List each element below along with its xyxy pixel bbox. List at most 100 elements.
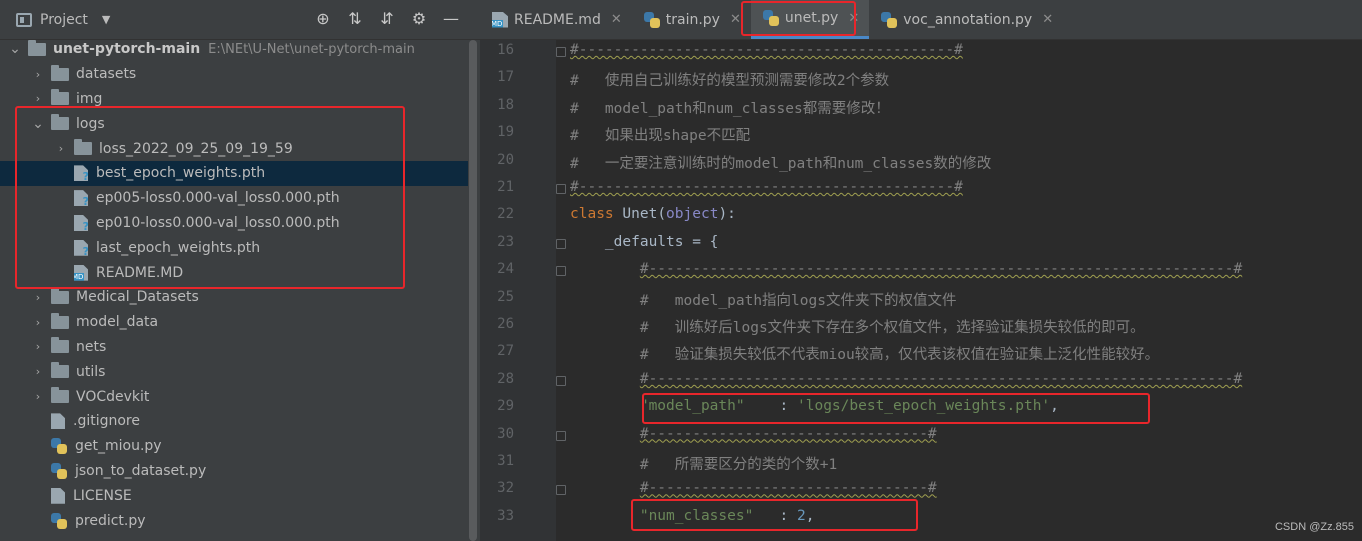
folder-icon xyxy=(51,387,69,404)
tab-readme-md[interactable]: MD README.md ✕ xyxy=(480,0,632,39)
code-line[interactable]: _defaults = { xyxy=(570,234,719,250)
line-number: 32 xyxy=(497,480,514,497)
tree-item-label: nets xyxy=(76,338,107,355)
code-line[interactable]: # 使用自己训练好的模型预测需要修改2个参数 xyxy=(570,69,889,90)
text-file-icon xyxy=(51,487,65,504)
tree-item[interactable]: › utils xyxy=(0,359,470,384)
code-line[interactable]: # model_path指向logs文件夹下的权值文件 xyxy=(570,289,957,310)
line-number: 33 xyxy=(497,507,514,524)
python-icon xyxy=(881,11,898,28)
code-line[interactable]: #--------------------------------# xyxy=(570,480,937,496)
line-number: 18 xyxy=(497,96,514,113)
code-line[interactable]: #---------------------------------------… xyxy=(570,179,963,195)
chevron-down-icon[interactable]: ▼ xyxy=(102,13,110,26)
python-icon xyxy=(51,438,67,455)
line-number: 17 xyxy=(497,69,514,86)
tree-item[interactable]: ⌄ unet-pytorch-main E:\NEt\U-Net\unet-pyto… xyxy=(0,37,470,62)
tree-item-label: LICENSE xyxy=(73,487,132,504)
code-line[interactable]: #--------------------------------# xyxy=(570,426,937,442)
chevron-right-icon[interactable]: › xyxy=(31,316,45,329)
tree-item[interactable]: ›json_to_dataset.py xyxy=(0,459,470,484)
close-icon[interactable]: ✕ xyxy=(1042,12,1053,27)
code-line[interactable]: #---------------------------------------… xyxy=(570,42,963,58)
tree-item-label: json_to_dataset.py xyxy=(75,462,207,479)
locate-icon[interactable]: ⊕ xyxy=(314,9,332,28)
chevron-right-icon[interactable]: › xyxy=(31,390,45,403)
tree-item-label: .gitignore xyxy=(73,413,140,430)
chevron-right-icon[interactable]: › xyxy=(31,340,45,353)
code-line[interactable]: #---------------------------------------… xyxy=(570,371,1242,387)
tab-label: train.py xyxy=(665,11,720,28)
line-number: 24 xyxy=(497,261,514,278)
expand-all-icon[interactable]: ⇅ xyxy=(346,9,364,28)
tree-item[interactable]: ›predict.py xyxy=(0,508,470,533)
tree-item[interactable]: › datasets xyxy=(0,62,470,87)
code-line[interactable]: # model_path和num_classes都需要修改！ xyxy=(570,97,890,118)
fold-marker[interactable] xyxy=(556,375,566,386)
chevron-right-icon[interactable]: › xyxy=(31,291,45,304)
gear-icon[interactable]: ⚙ xyxy=(410,9,428,28)
fold-marker[interactable] xyxy=(556,485,566,496)
tree-item-label: predict.py xyxy=(75,512,146,529)
tree-item-label: datasets xyxy=(76,66,137,83)
fold-marker[interactable] xyxy=(556,238,566,249)
tree-item[interactable]: ›LICENSE xyxy=(0,483,470,508)
python-icon xyxy=(51,512,67,529)
project-title[interactable]: Project xyxy=(40,12,88,28)
collapse-all-icon[interactable]: ⇵ xyxy=(378,9,396,28)
tree-item-label: get_miou.py xyxy=(75,438,162,455)
tree-item[interactable]: › nets xyxy=(0,335,470,360)
tree-scrollbar[interactable] xyxy=(468,40,478,541)
line-number: 23 xyxy=(497,233,514,250)
fold-marker[interactable] xyxy=(556,47,566,57)
code-line[interactable]: # 如果出现shape不匹配 xyxy=(570,124,750,145)
chevron-down-icon[interactable]: ⌄ xyxy=(8,41,22,57)
line-number: 21 xyxy=(497,179,514,195)
tree-item-label: utils xyxy=(76,363,106,380)
chevron-right-icon[interactable]: › xyxy=(31,365,45,378)
tab-voc_annotation-py[interactable]: voc_annotation.py ✕ xyxy=(869,0,1063,39)
chevron-right-icon[interactable]: › xyxy=(31,92,45,105)
minimize-icon[interactable]: — xyxy=(442,9,460,28)
tab-train-py[interactable]: train.py ✕ xyxy=(632,0,751,39)
tree-item-label: Medical_Datasets xyxy=(76,289,199,306)
python-icon xyxy=(51,462,67,479)
line-number: 31 xyxy=(497,453,514,469)
fold-marker[interactable] xyxy=(556,184,566,194)
tab-label: voc_annotation.py xyxy=(903,11,1033,28)
editor-tabs: MD README.md ✕ train.py ✕ unet.py ✕ voc_annotat… xyxy=(480,0,1362,40)
gitignore-icon xyxy=(51,413,65,430)
tree-item[interactable]: ›.gitignore xyxy=(0,409,470,434)
code-line[interactable]: # 一定要注意训练时的model_path和num_classes数的修改 xyxy=(570,152,991,173)
tree-item[interactable]: ›get_miou.py xyxy=(0,434,470,459)
folder-icon xyxy=(51,89,69,106)
folder-icon xyxy=(51,64,69,81)
scrollbar-thumb[interactable] xyxy=(469,40,477,541)
code-line[interactable]: # 训练好后logs文件夹下存在多个权值文件，选择验证集损失较低的即可。 xyxy=(570,316,1145,337)
code-line[interactable]: #---------------------------------------… xyxy=(570,261,1242,277)
tree-item-label: VOCdevkit xyxy=(76,388,150,405)
line-number: 26 xyxy=(497,316,514,332)
highlight-num-classes xyxy=(631,499,918,531)
code-line[interactable]: class Unet(object): xyxy=(570,206,736,222)
watermark: CSDN @Zz.855 xyxy=(1274,521,1354,533)
folder-icon xyxy=(28,39,46,56)
line-number: 20 xyxy=(497,151,514,168)
tree-item-label: unet-pytorch-main xyxy=(53,41,201,58)
fold-marker[interactable] xyxy=(556,266,566,277)
line-gutter: 16 17 18 19 20 21 22 23 24 25 26 27 28 29 30 31 32 33 xyxy=(480,40,566,541)
markdown-icon: MD xyxy=(492,11,508,28)
folder-icon xyxy=(51,287,69,304)
tree-item[interactable]: › model_data xyxy=(0,310,470,335)
tree-item[interactable]: › VOCdevkit xyxy=(0,384,470,409)
code-editor[interactable]: 16 17 18 19 20 21 22 23 24 25 26 27 28 29 30 31 32 33 #--… xyxy=(480,40,1362,541)
line-number: 19 xyxy=(497,124,514,141)
folder-icon xyxy=(51,362,69,379)
code-line[interactable]: # 所需要区分的类的个数+1 xyxy=(570,453,837,474)
chevron-right-icon[interactable]: › xyxy=(31,68,45,81)
close-icon[interactable]: ✕ xyxy=(730,12,741,27)
fold-marker[interactable] xyxy=(556,430,566,441)
close-icon[interactable]: ✕ xyxy=(611,12,622,27)
highlight-logs-folder xyxy=(15,106,405,289)
code-line[interactable]: # 验证集损失较低不代表miou较高，仅代表该权值在验证集上泛化性能较好。 xyxy=(570,343,1159,364)
